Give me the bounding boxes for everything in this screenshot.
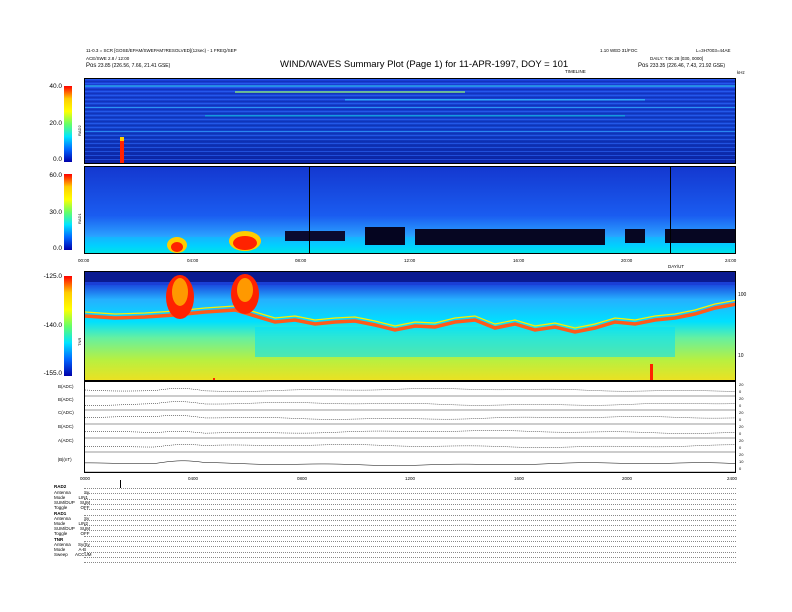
rad1-xtick-2: 08:00 — [295, 258, 307, 263]
header-pos-right: Pos 233.35 (226.46, 7.43, 21.92 GSE) — [638, 63, 725, 70]
tnr-colorbar-label: TNR — [77, 337, 82, 346]
mfi-trace-1 — [85, 401, 735, 406]
mfi-rtick-0a: 20 — [739, 382, 744, 387]
bottom-xtick-2: 0800 — [297, 476, 308, 481]
rad2-ytick-top: 40.0 — [49, 83, 62, 90]
status-dotted-row — [84, 503, 736, 505]
mfi-trace-0 — [85, 388, 735, 392]
bottom-xtick-5: 2000 — [622, 476, 633, 481]
rad2-colorbar — [64, 86, 72, 162]
status-dotted-row — [84, 541, 736, 542]
rad1-xtick-6: 24:00 — [725, 258, 737, 263]
pos-value-right: 233.35 (226.46, 7.43, 21.92 GSE) — [650, 63, 726, 69]
mfi-label-3: B(ADC) — [58, 424, 74, 429]
header-info-right-1b: L=3H7003=44AE — [696, 48, 731, 53]
pos-label-left: Pos — [86, 63, 97, 69]
pos-label-right: Pos — [638, 63, 649, 69]
page-title: WIND/WAVES Summary Plot (Page 1) for 11-… — [280, 59, 569, 70]
mfi-rtick-3b: 0 — [739, 431, 742, 436]
status-dotted-row — [84, 535, 736, 537]
status-key: Toggle — [54, 531, 68, 536]
status-rad2-title: RAD2 — [54, 484, 67, 489]
bottom-xtick-0: 0000 — [80, 476, 91, 481]
rad2-ytick-mid: 20.0 — [49, 120, 62, 127]
mfi-rtick-4a: 20 — [739, 438, 744, 443]
bottom-xtick-6: 2400 — [727, 476, 738, 481]
mfi-trace-2 — [85, 415, 735, 420]
mfi-label-0: B(ADC) — [58, 384, 74, 389]
mfi-label-2: C(ADC) — [58, 410, 74, 415]
rad1-xtick-5: 20:00 — [621, 258, 633, 263]
status-dotted-row — [84, 519, 736, 521]
rad1-xtick-0: 00:00 — [78, 258, 90, 263]
rad2-ytick-bottom: 0.0 — [52, 156, 62, 163]
status-dotted-row — [84, 498, 736, 500]
mfi-rtick-4b: 0 — [739, 445, 742, 450]
timeline-label: TIMELINE — [565, 69, 586, 74]
header-info-left-2: ACE/SWE 2.8 / 12:00 — [86, 56, 130, 61]
mfi-label-1: B(ADC) — [58, 397, 74, 402]
rad1-ytick-mid: 30.0 — [49, 209, 62, 216]
mfi-rtick-3a: 20 — [739, 424, 744, 429]
rad1-colorbar — [64, 174, 72, 250]
mfi-trace-5 — [85, 460, 735, 466]
header-pos-left: Pos 23.85 (226.56, 7.66, 21.41 GSE) — [86, 63, 170, 70]
mfi-rtick-5b: 10 — [739, 459, 744, 464]
mfi-rtick-0b: 0 — [739, 389, 742, 394]
status-dotted-row — [84, 530, 736, 532]
rad1-colorbar-label: RAD1 — [77, 213, 82, 224]
status-dotted-row — [84, 556, 736, 558]
mfi-label-4: A(ADC) — [58, 438, 74, 443]
tnr-right-tick-bottom: 10 — [738, 353, 744, 359]
status-dotted-row — [84, 488, 736, 489]
mfi-rtick-5c: 0 — [739, 466, 742, 471]
pos-value-left: 23.85 (226.56, 7.66, 21.41 GSE) — [98, 63, 171, 69]
status-dotted-row — [84, 546, 736, 548]
status-dotted-row — [84, 562, 736, 564]
tnr-spectrogram — [84, 271, 736, 381]
status-dotted-row — [84, 493, 736, 495]
rad2-colorbar-label: RAD2 — [77, 125, 82, 136]
time-marker — [120, 480, 121, 488]
mfi-rtick-5a: 20 — [739, 452, 744, 457]
rad2-spectrogram — [84, 78, 736, 164]
mfi-rtick-2a: 20 — [739, 410, 744, 415]
tnr-ytick-top: -125.0 — [43, 273, 62, 280]
mfi-line-panels — [84, 381, 736, 473]
rad1-xtick-3: 12:00 — [404, 258, 416, 263]
mfi-lines — [85, 388, 735, 472]
header-info-right-1: 1.10 WED 31/FOC — [600, 48, 638, 53]
bottom-xtick-3: 1200 — [405, 476, 416, 481]
rad1-xtick-1: 04:00 — [187, 258, 199, 263]
rad1-ytick-top: 60.0 — [49, 172, 62, 179]
mfi-trace-3 — [85, 430, 735, 434]
corner-unit-label: kHz — [737, 70, 745, 75]
mfi-rtick-1a: 20 — [739, 396, 744, 401]
status-dotted-row — [84, 514, 736, 516]
tnr-right-tick-top: 100 — [738, 292, 747, 298]
mfi-label-5: |B|(nT) — [58, 457, 72, 462]
rad1-xtick-4: 16:00 — [513, 258, 525, 263]
rad1-x-sublabel: DAY/UT — [668, 264, 685, 269]
mfi-rtick-1b: 0 — [739, 403, 742, 408]
rad1-spectrogram — [84, 166, 736, 254]
bottom-xtick-1: 0400 — [188, 476, 199, 481]
header-info-left-1: 11-0.3 = SCR [GOSE/EPAM/SWEPAM?RESOLVED]… — [86, 48, 237, 53]
status-dotted-row — [84, 525, 736, 527]
bottom-xtick-4: 1600 — [514, 476, 525, 481]
status-key: Sweep — [54, 552, 68, 557]
tnr-ytick-mid: -140.0 — [43, 322, 62, 329]
status-key: Toggle — [54, 505, 68, 510]
mfi-rtick-2b: 0 — [739, 417, 742, 422]
header-info-right-2: DAILY: T4K 28 [030, 0000] — [650, 56, 704, 61]
status-dotted-row — [84, 551, 736, 553]
mfi-trace-4 — [85, 444, 735, 448]
status-dotted-row — [84, 509, 736, 511]
rad1-ytick-bottom: 0.0 — [52, 245, 62, 252]
tnr-colorbar — [64, 276, 72, 376]
tnr-ytick-bottom: -155.0 — [43, 370, 62, 377]
